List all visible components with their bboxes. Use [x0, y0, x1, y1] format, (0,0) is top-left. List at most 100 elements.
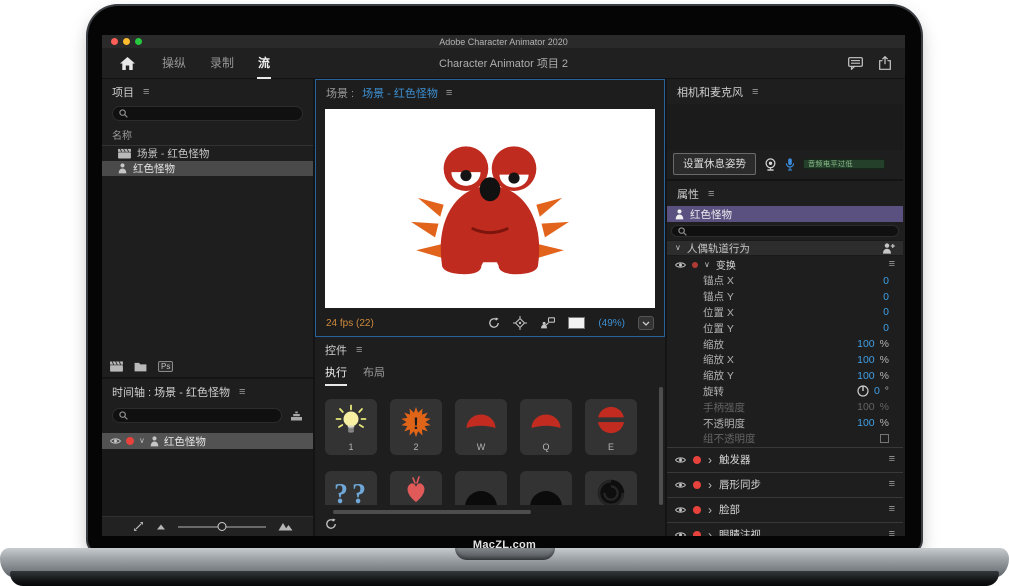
behavior-row[interactable]: › 触发器 ≡ [667, 447, 903, 472]
refresh-scene-icon[interactable] [488, 317, 500, 329]
properties-panel-menu-icon[interactable]: ≡ [708, 189, 714, 200]
controls-panel-menu-icon[interactable]: ≡ [356, 345, 362, 356]
behavior-menu-icon[interactable]: ≡ [889, 479, 895, 490]
new-scene-icon[interactable] [110, 361, 123, 372]
property-value[interactable]: 100 [857, 401, 875, 413]
property-value[interactable]: 100 [857, 354, 875, 366]
red-monster-character[interactable] [387, 136, 593, 282]
chevron-down-icon[interactable]: ∨ [704, 261, 710, 269]
arm-record-dot[interactable] [693, 481, 701, 489]
set-rest-pose-button[interactable]: 设置休息姿势 [673, 153, 756, 175]
timeline-search-input[interactable] [112, 408, 282, 423]
workspace-tab-录制[interactable]: 录制 [209, 47, 235, 79]
share-icon[interactable] [879, 56, 891, 70]
behavior-menu-icon[interactable]: ≡ [889, 504, 895, 515]
timeline-empty-area[interactable] [102, 449, 313, 516]
puppet-pin-icon[interactable] [540, 317, 555, 329]
controls-tab-执行[interactable]: 执行 [325, 364, 347, 386]
property-value[interactable]: 100 [857, 417, 875, 429]
timeline-zoom-slider[interactable] [178, 522, 266, 532]
behavior-menu-icon[interactable]: ≡ [889, 529, 895, 536]
trigger-tile[interactable]: E [585, 399, 637, 455]
zoom-dropdown-button[interactable] [638, 316, 654, 330]
zoom-out-mountain-icon[interactable] [156, 523, 166, 530]
arm-record-dot[interactable] [693, 506, 701, 514]
property-value[interactable]: 0 [883, 275, 889, 287]
property-value[interactable]: 100 [857, 338, 875, 350]
project-search-input[interactable] [112, 106, 303, 121]
horizontal-scrollbar[interactable] [333, 510, 531, 514]
scene-panel-menu-icon[interactable]: ≡ [446, 88, 452, 99]
project-item[interactable]: 场景 - 红色怪物 [102, 146, 313, 161]
trigger-tile[interactable]: W [455, 399, 507, 455]
behavior-menu-icon[interactable]: ≡ [889, 454, 895, 465]
trigger-tile[interactable] [585, 471, 637, 505]
vertical-scrollbar[interactable] [659, 387, 663, 505]
visibility-eye-icon[interactable] [675, 456, 686, 464]
rotation-dial-icon[interactable] [857, 385, 869, 397]
arm-record-dot[interactable] [126, 437, 134, 445]
arm-record-dot[interactable] [692, 262, 698, 268]
timeline-stage-icon[interactable] [290, 411, 303, 421]
zoom-in-mountain-icon[interactable] [278, 522, 293, 531]
trigger-tile[interactable]: ! 2 [390, 399, 442, 455]
camera-mic-panel-header: 相机和麦克风 ≡ [667, 79, 903, 104]
project-name-column-header[interactable]: 名称 [102, 125, 313, 146]
property-value[interactable]: 0 [883, 322, 889, 334]
controls-tab-布局[interactable]: 布局 [363, 364, 385, 386]
visibility-eye-icon[interactable] [110, 437, 121, 445]
property-checkbox[interactable] [880, 434, 889, 443]
trigger-tile[interactable]: ?? [325, 471, 377, 505]
home-icon[interactable] [120, 57, 135, 70]
chevron-right-icon[interactable]: › [708, 504, 712, 516]
workspace-tab-流[interactable]: 流 [257, 47, 271, 79]
trigger-tile[interactable]: 1 [325, 399, 377, 455]
property-value[interactable]: 0 [874, 385, 880, 397]
trigger-tile[interactable] [390, 471, 442, 505]
timeline-track[interactable]: ∨ 红色怪物 [102, 433, 313, 449]
visibility-eye-icon[interactable] [675, 506, 686, 514]
question-marks-icon: ?? [331, 476, 371, 505]
chevron-right-icon[interactable]: › [708, 479, 712, 491]
transform-menu-icon[interactable]: ≡ [889, 259, 895, 270]
zoom-to-fit-icon[interactable] [133, 521, 144, 532]
property-value[interactable]: 0 [883, 306, 889, 318]
camera-reset-icon[interactable] [513, 316, 527, 330]
property-value[interactable]: 100 [857, 370, 875, 382]
slider-knob[interactable] [218, 522, 227, 531]
visibility-eye-icon[interactable] [675, 531, 686, 536]
visibility-eye-icon[interactable] [675, 481, 686, 489]
photoshop-icon[interactable]: Ps [158, 361, 173, 372]
project-panel-menu-icon[interactable]: ≡ [143, 87, 149, 98]
new-folder-icon[interactable] [134, 362, 147, 372]
workspace-tab-操纵[interactable]: 操纵 [161, 47, 187, 79]
property-value[interactable]: 0 [883, 291, 889, 303]
behavior-row[interactable]: › 眼睛注视 ≡ [667, 522, 903, 536]
background-color-swatch[interactable] [568, 317, 585, 329]
project-item[interactable]: 红色怪物 [102, 161, 313, 176]
puppet-track-behaviors-section[interactable]: ∨ 人偶轨道行为 [667, 240, 903, 256]
behavior-row[interactable]: › 唇形同步 ≡ [667, 472, 903, 497]
camera-mic-panel-menu-icon[interactable]: ≡ [752, 87, 758, 98]
arm-record-dot[interactable] [693, 531, 701, 536]
scene-viewport[interactable] [325, 109, 655, 308]
visibility-eye-icon[interactable] [675, 261, 686, 269]
scene-name-link[interactable]: 场景 - 红色怪物 [362, 85, 438, 101]
refresh-controls-icon[interactable] [325, 518, 665, 530]
camera-toggle-icon[interactable] [764, 158, 777, 171]
selected-puppet-row[interactable]: 红色怪物 [667, 206, 903, 222]
trigger-tile[interactable] [520, 471, 572, 505]
behavior-row[interactable]: › 脸部 ≡ [667, 497, 903, 522]
chevron-right-icon[interactable]: › [708, 454, 712, 466]
trigger-tile[interactable] [455, 471, 507, 505]
feedback-icon[interactable] [848, 57, 863, 70]
properties-search-input[interactable] [671, 225, 899, 237]
property-row: 手柄强度 100 % [667, 399, 903, 415]
chevron-down-icon[interactable]: ∨ [139, 437, 145, 445]
add-behavior-icon[interactable] [882, 243, 895, 254]
chevron-right-icon[interactable]: › [708, 529, 712, 536]
microphone-icon[interactable] [785, 158, 795, 171]
arm-record-dot[interactable] [693, 456, 701, 464]
trigger-tile[interactable]: Q [520, 399, 572, 455]
timeline-panel-menu-icon[interactable]: ≡ [239, 387, 245, 398]
